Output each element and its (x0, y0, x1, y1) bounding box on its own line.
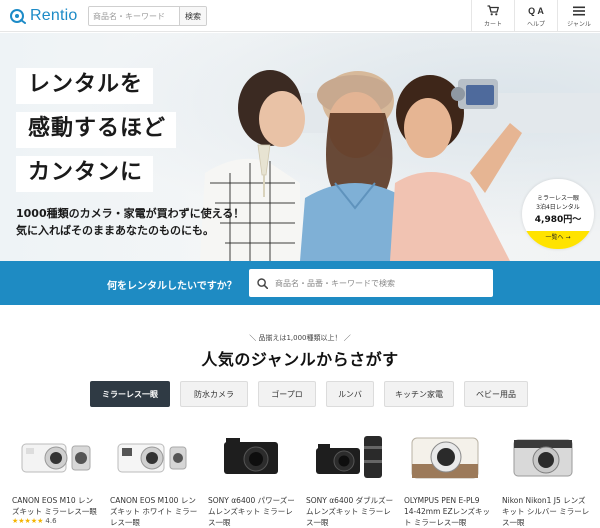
product-list: CANON EOS M10 レンズキット ミラーレス一眼 ★★★★★ 4.6 CA… (0, 430, 600, 528)
product-card[interactable]: CANON EOS M10 レンズキット ミラーレス一眼 ★★★★★ 4.6 (12, 430, 100, 525)
product-name: CANON EOS M10 レンズキット ミラーレス一眼 (12, 496, 97, 516)
header-search-button[interactable]: 検索 (179, 7, 206, 25)
rental-search-label: 何をレンタルしたいですか？ (107, 281, 237, 292)
help-link[interactable]: Q A ヘルプ (514, 0, 557, 32)
product-card[interactable]: CANON EOS M100 レンズキット ホワイト ミラーレス一眼 (110, 430, 198, 528)
cart-label: カート (483, 20, 502, 28)
product-card[interactable]: Nikon Nikon1 J5 レンズキット シルバー ミラーレス一眼 (502, 430, 590, 528)
note-slash-right: ／ (341, 334, 351, 342)
header-search-input[interactable] (89, 7, 179, 25)
star-icons: ★★★★★ (12, 517, 44, 525)
hero-banner[interactable]: レンタルを 感動するほど カンタンに 1000種類のカメラ・家電が買わずに使える… (0, 33, 600, 261)
genre-tabs: ミラーレス一眼 防水カメラ ゴープロ ルンバ キッチン家電 ベビー用品 (90, 381, 538, 407)
search-icon (249, 277, 275, 289)
rental-search-input[interactable] (275, 271, 485, 295)
rental-search-box (249, 269, 493, 297)
promo-price: 4,980円〜 (534, 215, 582, 225)
mirrorless-promo-badge[interactable]: ミラーレス一眼 3泊4日レンタル 4,980円〜 一覧へ → (522, 179, 594, 249)
help-label: ヘルプ (526, 20, 545, 28)
hero-sub-line-2: 気に入ればそのままあなたのものにも。 (16, 224, 214, 237)
genre-menu-link[interactable]: ジャンル (557, 0, 600, 32)
promo-list-button[interactable]: 一覧へ → (522, 231, 594, 249)
assortment-note: ＼ 品揃えは1,000種類以上！ ／ (0, 333, 600, 343)
assortment-note-text: 品揃えは1,000種類以上！ (258, 334, 342, 342)
rentio-logo-icon (10, 8, 26, 24)
product-image (208, 430, 296, 486)
tab-mirrorless[interactable]: ミラーレス一眼 (90, 381, 170, 407)
rental-search-band: 何をレンタルしたいですか？ (0, 261, 600, 305)
product-image (502, 430, 590, 486)
tab-waterproof-camera[interactable]: 防水カメラ (180, 381, 248, 407)
tab-kitchen-appliances[interactable]: キッチン家電 (384, 381, 454, 407)
product-rating: ★★★★★ 4.6 (12, 517, 100, 525)
logo-text: Rentio (30, 7, 78, 24)
tab-roomba[interactable]: ルンバ (326, 381, 374, 407)
menu-label: ジャンル (567, 20, 591, 28)
rentio-logo[interactable]: Rentio (10, 7, 77, 25)
product-card[interactable]: SONY α6400 パワーズームレンズキット ミラーレス一眼 (208, 430, 296, 528)
product-name: OLYMPUS PEN E-PL9 14-42mm EZレンズキット ミラーレス… (404, 496, 491, 527)
product-image (404, 430, 492, 486)
hero-line-1: レンタルを (16, 68, 154, 104)
header-search: 検索 (88, 6, 207, 26)
promo-category: ミラーレス一眼 (536, 195, 579, 202)
header-icons: カート Q A ヘルプ ジャンル (471, 0, 600, 32)
product-image (12, 430, 100, 486)
product-card[interactable]: SONY α6400 ダブルズームレンズキット ミラーレス一眼 (306, 430, 394, 528)
hero-subtext: 1000種類のカメラ・家電が買わずに使える！ 気に入ればそのままあなたのものにも… (16, 205, 244, 239)
hero-line-3: カンタンに (16, 156, 154, 192)
product-image (306, 430, 394, 486)
hero-copy: レンタルを 感動するほど カンタンに (16, 68, 177, 200)
product-name: CANON EOS M100 レンズキット ホワイト ミラーレス一眼 (110, 496, 198, 527)
product-name: SONY α6400 ダブルズームレンズキット ミラーレス一眼 (306, 496, 394, 527)
tab-gopro[interactable]: ゴープロ (258, 381, 316, 407)
hero-line-2: 感動するほど (16, 112, 177, 148)
product-image (110, 430, 198, 486)
cart-link[interactable]: カート (471, 0, 514, 32)
menu-icon (573, 5, 585, 17)
product-name: SONY α6400 パワーズームレンズキット ミラーレス一眼 (208, 496, 295, 527)
cart-icon (487, 5, 499, 17)
rating-value: 4.6 (45, 517, 57, 525)
product-name: Nikon Nikon1 J5 レンズキット シルバー ミラーレス一眼 (502, 496, 590, 527)
hero-sub-line-1: 1000種類のカメラ・家電が買わずに使える！ (16, 207, 245, 220)
genre-section-title: 人気のジャンルからさがす (201, 350, 399, 369)
product-card[interactable]: OLYMPUS PEN E-PL9 14-42mm EZレンズキット ミラーレス… (404, 430, 492, 528)
site-header: Rentio 検索 カート Q A ヘルプ (0, 0, 600, 32)
promo-rental-term: 3泊4日レンタル (536, 204, 580, 211)
tab-baby-goods[interactable]: ベビー用品 (464, 381, 528, 407)
help-icon: Q A (528, 5, 544, 16)
